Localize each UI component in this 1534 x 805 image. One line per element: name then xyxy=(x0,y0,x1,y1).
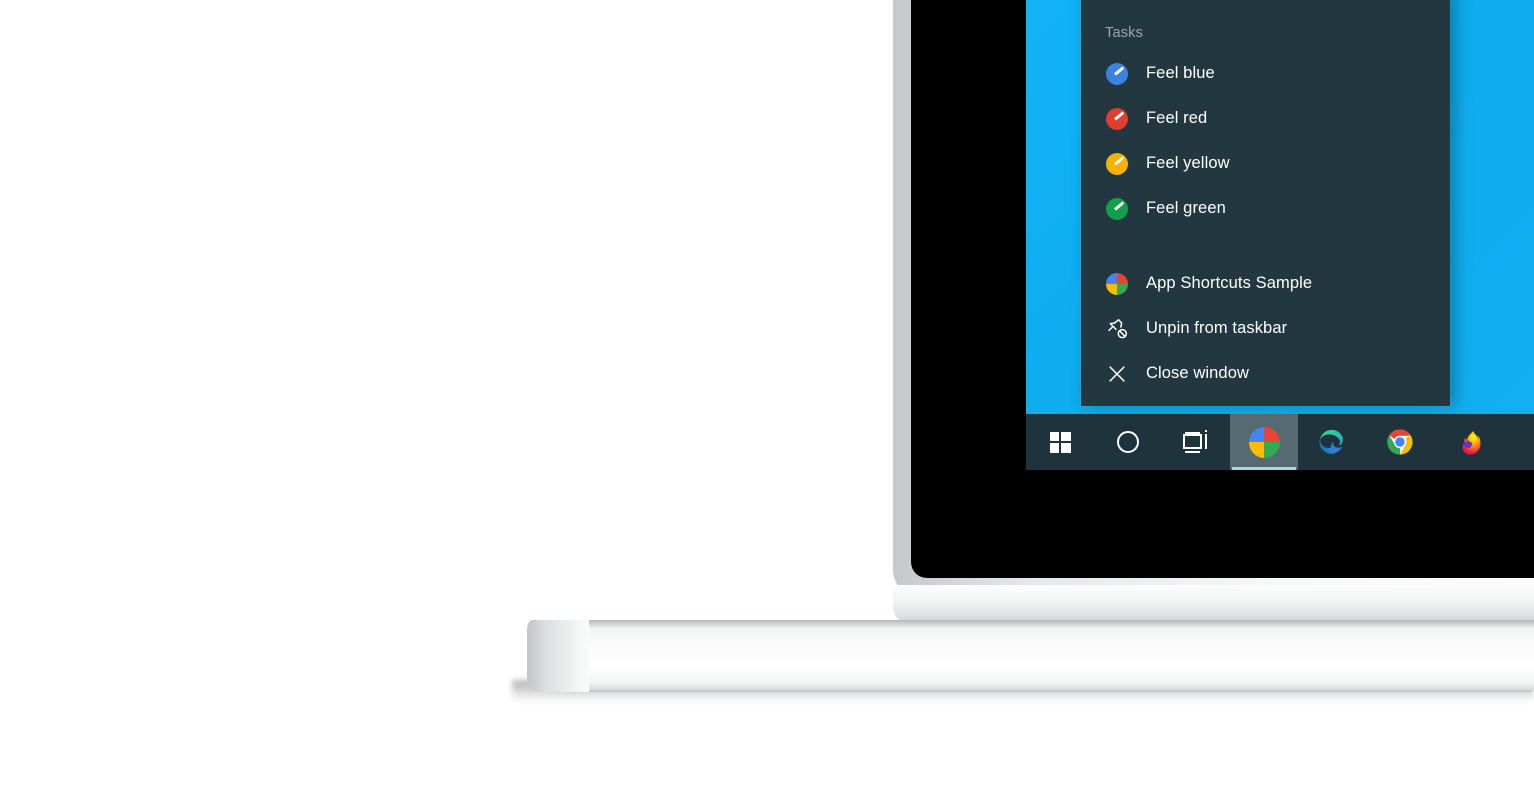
jumplist-divider xyxy=(1081,231,1450,251)
taskbar-button-start[interactable] xyxy=(1026,414,1094,470)
jumplist-item-feel-green[interactable]: Feel green xyxy=(1081,186,1450,231)
jumplist-item-unpin-from-taskbar[interactable]: Unpin from taskbar xyxy=(1081,306,1450,351)
app-quad-icon xyxy=(1248,426,1280,458)
laptop-base-left-cap xyxy=(527,620,589,692)
unpin-icon xyxy=(1105,317,1129,341)
windows-taskbar[interactable] xyxy=(1026,414,1534,470)
jumplist-tasks-section: Feel blue Feel red Feel yellow Feel gree… xyxy=(1081,41,1450,231)
jumplist-item-label: Feel yellow xyxy=(1146,154,1230,172)
jumplist-item-label: Feel blue xyxy=(1146,64,1215,82)
taskbar-jumplist[interactable]: Tasks Feel blue Feel red Feel yellow Fee… xyxy=(1081,0,1450,406)
laptop-hinge xyxy=(893,585,1534,623)
taskbar-button-microsoft-edge[interactable] xyxy=(1298,414,1366,470)
jumplist-item-feel-yellow[interactable]: Feel yellow xyxy=(1081,141,1450,186)
jumplist-actions-section: App Shortcuts Sample Unpin from taskbar xyxy=(1081,251,1450,396)
green-brush-icon xyxy=(1105,197,1129,221)
firefox-icon xyxy=(1462,431,1481,455)
close-window-icon xyxy=(1105,362,1129,386)
screenshot-stage: Tasks Feel blue Feel red Feel yellow Fee… xyxy=(0,0,1534,805)
jumplist-item-label: Unpin from taskbar xyxy=(1146,319,1288,337)
taskbar-button-app-shortcuts-sample[interactable] xyxy=(1230,414,1298,470)
taskbar-button-task-view[interactable] xyxy=(1162,414,1230,470)
jumplist-item-label: Feel green xyxy=(1146,199,1226,217)
blue-brush-icon xyxy=(1105,62,1129,86)
laptop-screen: Tasks Feel blue Feel red Feel yellow Fee… xyxy=(1026,0,1534,470)
jumplist-item-label: Close window xyxy=(1146,364,1249,382)
jumplist-item-feel-blue[interactable]: Feel blue xyxy=(1081,51,1450,96)
app-quad-icon xyxy=(1105,272,1129,296)
task-view-icon xyxy=(1183,429,1209,453)
jumplist-item-app-shortcuts-sample[interactable]: App Shortcuts Sample xyxy=(1081,261,1450,306)
jumplist-item-label: Feel red xyxy=(1146,109,1208,127)
jumplist-item-feel-red[interactable]: Feel red xyxy=(1081,96,1450,141)
taskbar-button-mozilla-firefox[interactable] xyxy=(1434,414,1502,470)
yellow-brush-icon xyxy=(1105,152,1129,176)
jumplist-item-label: App Shortcuts Sample xyxy=(1146,274,1313,292)
jumplist-section-title: Tasks xyxy=(1105,25,1144,41)
laptop-base-lip xyxy=(527,620,1534,627)
chrome-icon xyxy=(1387,429,1413,455)
edge-icon xyxy=(1319,429,1343,454)
taskbar-button-cortana[interactable] xyxy=(1094,414,1162,470)
red-brush-icon xyxy=(1105,107,1129,131)
taskbar-button-google-chrome[interactable] xyxy=(1366,414,1434,470)
jumplist-item-close-window[interactable]: Close window xyxy=(1081,351,1450,396)
cortana-circle-icon xyxy=(1117,431,1139,453)
laptop-base xyxy=(527,620,1534,692)
windows-logo-icon xyxy=(1049,431,1071,453)
